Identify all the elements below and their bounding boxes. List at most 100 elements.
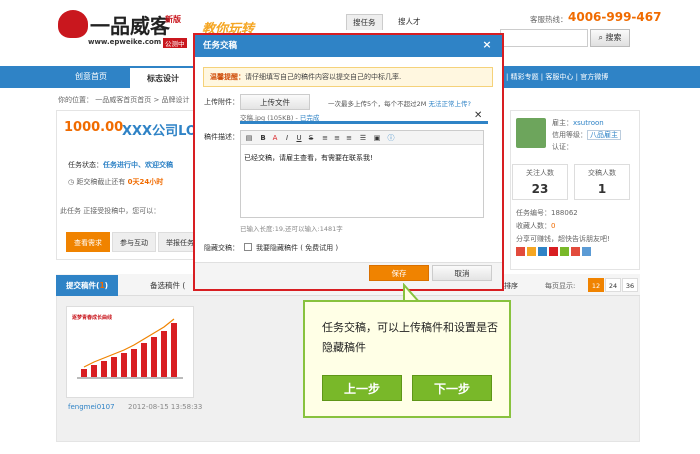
dialog-tip: 温馨提醒：请仔细填写自己的稿件内容以提交自己的中标几率.	[203, 67, 493, 87]
share-icon[interactable]	[516, 247, 525, 256]
followers-value: 23	[531, 182, 549, 196]
auth-row: 认证：	[552, 143, 573, 151]
share-icon[interactable]	[560, 247, 569, 256]
hide-checkbox[interactable]	[244, 243, 252, 251]
perpage-24[interactable]: 24	[605, 278, 621, 292]
task-title: XXX公司LO	[122, 124, 197, 139]
cancel-button[interactable]: 取消	[432, 265, 492, 281]
remove-file-icon[interactable]: ✕	[474, 110, 482, 121]
credit-badge: 八品雇主	[587, 130, 621, 140]
deadline-label: 距交稿截止还有	[76, 178, 126, 186]
search-tab-talent[interactable]: 搜人才	[392, 14, 427, 29]
share-icon[interactable]	[549, 247, 558, 256]
share-text: 分享可赚钱，超快告诉朋友吧!	[516, 235, 610, 243]
upload-file-button[interactable]: 上传文件	[240, 94, 310, 110]
logo-beta-badge: 公测中	[163, 38, 187, 48]
upload-help-link[interactable]: 无法正常上传?	[428, 100, 470, 108]
tab-candidates[interactable]: 备选稿件 (	[140, 275, 195, 296]
logo-new-tag: 新版	[165, 15, 181, 24]
site-logo[interactable]: 一品威客 新版 www.epweike.com 公测中	[58, 8, 198, 48]
image-icon[interactable]: ▣	[372, 133, 382, 143]
followers-label: 关注人数	[526, 169, 554, 177]
share-icons[interactable]	[516, 247, 628, 257]
upload-label: 上传附件：	[204, 98, 239, 106]
italic-icon[interactable]: I	[282, 133, 292, 143]
info-icon[interactable]: ⓘ	[386, 133, 396, 143]
save-button[interactable]: 保存	[369, 265, 429, 281]
share-icon[interactable]	[538, 247, 547, 256]
perpage-36[interactable]: 36	[622, 278, 638, 292]
upload-note: 一次最多上传5个，每个不超过2M 无法正常上传?	[328, 98, 471, 108]
breadcrumb: 你的位置： 一品威客首页首页 > 品牌设计	[58, 96, 190, 104]
share-icon[interactable]	[527, 247, 536, 256]
strike-icon[interactable]: S	[306, 133, 316, 143]
perpage-12[interactable]: 12	[588, 278, 604, 292]
previous-step-button[interactable]: 上一步	[322, 375, 402, 401]
tab-submitted[interactable]: 提交稿件(1)	[56, 275, 119, 296]
dialog-title: 任务交稿	[195, 35, 502, 57]
nav-item-home[interactable]: 创意首页	[58, 66, 124, 88]
font-color-icon[interactable]: A	[270, 133, 280, 143]
tip-text: 请仔细填写自己的稿件内容以提交自己的中标几率.	[245, 73, 402, 81]
owner-label: 雇主：	[552, 119, 573, 127]
clock-icon: ◷	[68, 178, 75, 186]
tip-label: 温馨提醒：	[210, 73, 245, 81]
close-icon[interactable]: ×	[480, 38, 494, 52]
align-right-icon[interactable]: ≡	[344, 133, 354, 143]
next-step-button[interactable]: 下一步	[412, 375, 492, 401]
interact-button[interactable]: 参与互动	[112, 232, 156, 252]
list-icon[interactable]: ☰	[358, 133, 368, 143]
search-button[interactable]: ⌕ 搜索	[590, 29, 630, 47]
length-counter: 已输入长度:19,还可以输入:1481字	[240, 225, 343, 233]
submission-date: 2012-08-15 13:58:33	[128, 403, 203, 411]
thumbnail-title: 逐梦青春成长曲线	[72, 315, 113, 321]
hotline-number: 4006-999-467	[568, 10, 662, 24]
avatar[interactable]	[516, 118, 546, 148]
search-icon: ⌕	[598, 33, 603, 42]
submission-user[interactable]: fengmei0107	[68, 403, 115, 411]
hide-label: 隐藏交稿：	[204, 244, 239, 252]
submissions-label: 交稿人数	[588, 169, 616, 177]
sort-control[interactable]: 排序	[504, 281, 518, 291]
align-left-icon[interactable]: ≡	[320, 133, 330, 143]
task-status-value: 任务进行中、欢迎交稿	[103, 161, 173, 169]
share-icon[interactable]	[582, 247, 591, 256]
task-deadline: ◷ 距交稿截止还有 0天24小时	[68, 177, 163, 187]
upload-note-text: 一次最多上传5个，每个不超过2M	[328, 100, 427, 108]
task-price: 1000.00	[64, 120, 124, 135]
underline-icon[interactable]: U	[294, 133, 304, 143]
bold-icon[interactable]: B	[258, 133, 268, 143]
favorites-label: 收藏人数：	[516, 222, 551, 230]
nav-item-logo-design[interactable]: 标志设计	[130, 66, 196, 88]
owner-name[interactable]: xsutroon	[573, 119, 604, 127]
task-status: 任务状态：任务进行中、欢迎交稿	[68, 160, 173, 170]
deadline-value: 0天24小时	[127, 178, 164, 186]
favorites-value: 0	[551, 222, 556, 230]
search-input[interactable]	[500, 29, 588, 47]
source-icon[interactable]: ▤	[244, 133, 254, 143]
credit-label: 信用等级：	[552, 131, 587, 139]
owner-row: 雇主：xsutroon	[552, 118, 604, 128]
tab-submitted-suffix: )	[104, 281, 109, 290]
submissions-value: 1	[597, 182, 607, 196]
align-center-icon[interactable]: ≡	[332, 133, 342, 143]
task-number: 任务编号：188062	[516, 209, 578, 217]
perpage-label: 每页显示:	[545, 282, 576, 290]
view-requirements-button[interactable]: 查看需求	[66, 232, 110, 252]
search-tab-tasks[interactable]: 搜任务	[346, 14, 383, 30]
favorites-row: 收藏人数：0	[516, 221, 555, 231]
tutorial-text: 任务交稿，可以上传稿件和设置是否隐藏稿件	[322, 321, 498, 354]
tab-submitted-label: 提交稿件(	[66, 281, 100, 290]
editor-content[interactable]: 已经交稿，请雇主查看，有需要在联系我!	[244, 153, 373, 163]
nav-right-links[interactable]: | 精彩专题 | 客服中心 | 官方微博	[506, 66, 608, 88]
logo-text: 一品威客	[90, 14, 170, 38]
search-button-label: 搜索	[605, 33, 622, 42]
task-status-label: 任务状态：	[68, 161, 103, 169]
credit-row: 信用等级： 八品雇主	[552, 130, 621, 140]
hide-checkbox-label[interactable]: 我要隐藏稿件 ( 免费试用 )	[256, 243, 338, 253]
task-hint: 此任务 正接受投稿中，您可以：	[60, 207, 161, 215]
logo-icon	[58, 10, 88, 38]
followers-stat: 关注人数 23	[512, 164, 568, 200]
logo-site-url: www.epweike.com	[88, 38, 162, 46]
share-icon[interactable]	[571, 247, 580, 256]
